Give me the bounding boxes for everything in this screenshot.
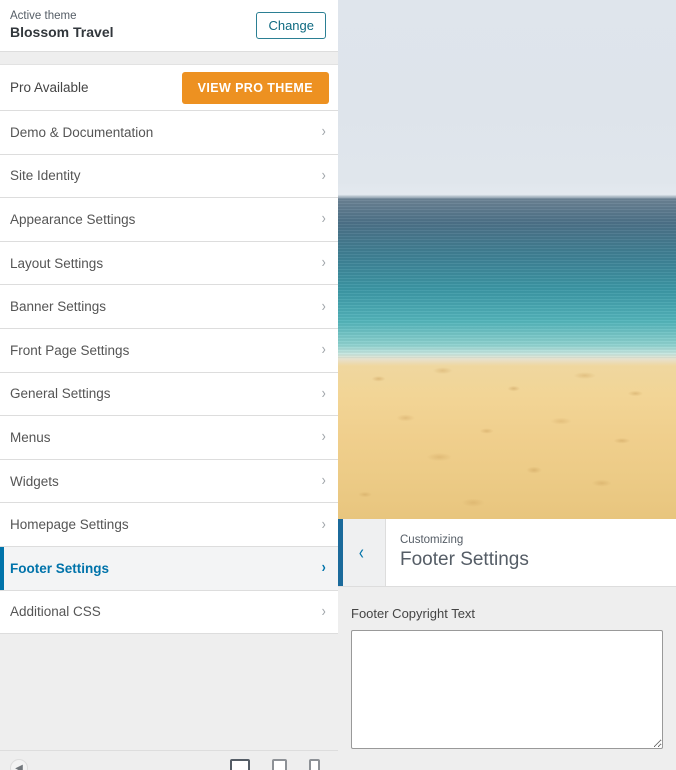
chevron-right-icon: › <box>321 384 326 402</box>
active-theme-header: Active theme Blossom Travel Change <box>0 0 338 52</box>
sidebar-item-homepage-settings[interactable]: Homepage Settings › <box>0 503 338 547</box>
sidebar-item-general-settings[interactable]: General Settings › <box>0 372 338 417</box>
customizer-screen: Active theme Blossom Travel Change Pro A… <box>0 0 676 770</box>
active-theme-name: Blossom Travel <box>10 24 114 41</box>
customizing-label: Customizing <box>400 534 464 546</box>
sidebar-item-label: Menus <box>10 429 51 445</box>
sidebar-item-label: Site Identity <box>10 168 81 184</box>
chevron-right-icon: › <box>321 559 326 577</box>
sand-texture <box>338 355 676 519</box>
chevron-right-icon: › <box>321 297 326 315</box>
panel-header: ‹ Customizing Footer Settings <box>338 519 676 587</box>
header-divider-gap <box>0 52 338 64</box>
panel-back-button[interactable]: ‹ <box>338 519 386 586</box>
pro-available-row: Pro Available VIEW PRO THEME <box>0 64 338 111</box>
device-preview-group <box>230 759 320 770</box>
sidebar-item-footer-settings[interactable]: Footer Settings › <box>0 546 338 591</box>
sidebar-item-layout-settings[interactable]: Layout Settings › <box>0 241 338 286</box>
footer-copyright-label: Footer Copyright Text <box>351 606 476 621</box>
customizer-footer-bar: ◀ <box>0 750 338 770</box>
chevron-right-icon: › <box>321 166 326 184</box>
customizer-right-column: ‹ Customizing Footer Settings Footer Cop… <box>338 0 676 770</box>
sidebar-item-label: Additional CSS <box>10 604 101 620</box>
chevron-left-icon: ‹ <box>358 541 364 564</box>
sidebar-item-menus[interactable]: Menus › <box>0 416 338 460</box>
sidebar-item-label: Appearance Settings <box>10 211 136 227</box>
active-theme-label: Active theme <box>10 10 77 23</box>
panel-title: Footer Settings <box>400 549 529 570</box>
view-pro-theme-button[interactable]: VIEW PRO THEME <box>181 71 329 104</box>
tablet-preview-icon[interactable] <box>272 759 287 770</box>
panel-title-group: Customizing Footer Settings <box>386 519 529 586</box>
chevron-right-icon: › <box>321 428 326 446</box>
panel-controls: Footer Copyright Text <box>338 587 676 770</box>
sidebar-item-banner-settings[interactable]: Banner Settings › <box>0 285 338 329</box>
sidebar-item-label: Banner Settings <box>10 299 107 315</box>
chevron-right-icon: › <box>321 515 326 533</box>
mobile-preview-icon[interactable] <box>309 759 320 770</box>
footer-copyright-textarea[interactable] <box>351 630 663 749</box>
chevron-right-icon: › <box>321 341 326 359</box>
chevron-right-icon: › <box>321 472 326 490</box>
active-theme-texts: Active theme Blossom Travel <box>10 9 114 42</box>
sidebar-item-appearance-settings[interactable]: Appearance Settings › <box>0 198 338 242</box>
sidebar-item-additional-css[interactable]: Additional CSS › <box>0 590 338 635</box>
sidebar-item-site-identity[interactable]: Site Identity › <box>0 154 338 199</box>
sidebar-item-label: Widgets <box>10 473 59 489</box>
sidebar-item-front-page-settings[interactable]: Front Page Settings › <box>0 328 338 373</box>
sidebar-item-label: Demo & Documentation <box>10 124 154 140</box>
chevron-right-icon: › <box>321 210 326 228</box>
chevron-right-icon: › <box>321 254 326 272</box>
chevron-right-icon: › <box>321 123 326 141</box>
customizer-menu-list: Demo & Documentation › Site Identity › A… <box>0 111 338 635</box>
sidebar-item-label: Footer Settings <box>10 560 110 576</box>
chevron-right-icon: › <box>321 602 326 620</box>
sidebar-item-label: Homepage Settings <box>10 517 129 533</box>
sidebar-item-label: General Settings <box>10 386 111 402</box>
desktop-preview-icon[interactable] <box>230 759 250 770</box>
sidebar-item-label: Layout Settings <box>10 255 104 271</box>
sidebar-item-widgets[interactable]: Widgets › <box>0 459 338 504</box>
pro-available-label: Pro Available <box>10 80 89 95</box>
change-theme-button[interactable]: Change <box>256 11 326 40</box>
customizer-sidebar: Active theme Blossom Travel Change Pro A… <box>0 0 338 770</box>
sidebar-item-demo-documentation[interactable]: Demo & Documentation › <box>0 111 338 155</box>
site-preview-image <box>338 0 676 519</box>
collapse-sidebar-icon[interactable]: ◀ <box>10 759 28 770</box>
water-texture <box>338 197 676 359</box>
sidebar-item-label: Front Page Settings <box>10 342 130 358</box>
